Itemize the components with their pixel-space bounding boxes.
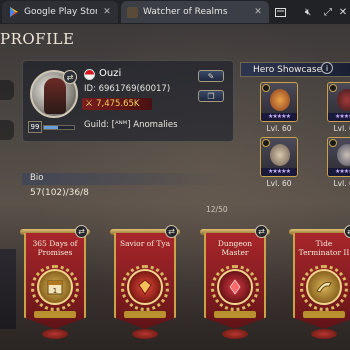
tab-watcher-of-realms[interactable]: Watcher of Realms ✕ [121, 1, 269, 23]
expand-icon[interactable]: ⤢ [318, 2, 338, 22]
red-crest-icon [127, 269, 163, 305]
tab-label: Watcher of Realms [143, 7, 228, 17]
class-icon [262, 139, 270, 147]
hero-slot[interactable]: ★★★★★ [260, 137, 298, 177]
bio-header [22, 173, 232, 185]
close-icon[interactable]: ✕ [336, 2, 350, 22]
hero-stars: ★★★★★ [261, 168, 297, 176]
hero-stars: ★★★★★ [328, 168, 350, 176]
horn-icon [306, 269, 342, 305]
banner-title: Dungeon Master [217, 239, 253, 257]
power-badge: ⚔ 7,475.65K [82, 98, 152, 110]
calendar-icon: 1 [37, 269, 73, 305]
banner-title: Tide Terminator II [298, 239, 350, 257]
page-title: Profile [0, 30, 75, 48]
bio-char-count: 12/50 [206, 205, 228, 214]
guild-name: Guild: [ᴬᴺᴹ] Anomalies [84, 120, 178, 130]
side-tab[interactable] [0, 120, 14, 140]
hero-level: Lvl. 60 [266, 124, 292, 133]
rename-button[interactable]: ✎ [198, 70, 224, 82]
tab-google-play-store[interactable]: Google Play Store ✕ [2, 1, 118, 23]
hero-level: Lvl. 60 [266, 179, 292, 188]
browser-tab-bar: Google Play Store ✕ Watcher of Realms ✕ … [0, 0, 350, 24]
xp-bar-fill [44, 126, 58, 129]
svg-text:1: 1 [53, 287, 57, 295]
swap-icon[interactable]: ⇄ [75, 225, 88, 238]
achievement-banner[interactable]: 365 Days of Promises 1 ⇄ [20, 225, 90, 339]
swap-icon[interactable]: ⇄ [165, 225, 178, 238]
tab-label: Google Play Store [24, 7, 97, 17]
swap-icon[interactable]: ⇄ [344, 225, 350, 238]
info-icon[interactable]: i [321, 62, 333, 74]
swap-icon[interactable]: ⇄ [255, 225, 268, 238]
hero-slot[interactable]: ★★★★★ [327, 82, 350, 122]
class-icon [262, 84, 270, 92]
hero-stars: ★★★★★ [261, 113, 297, 121]
hero-slot[interactable]: ★★★★★ [260, 82, 298, 122]
copy-icon: ❐ [207, 91, 215, 101]
screen-icon[interactable] [270, 2, 290, 22]
banner-title: Savior of Tya [119, 239, 171, 248]
mute-icon[interactable]: 🔇︎ [298, 2, 318, 22]
hero-showcase-title: Hero Showcase [253, 64, 323, 75]
hero-level: Lvl. 60 [333, 124, 350, 133]
hero-stars: ★★★★★ [328, 113, 350, 121]
side-tab[interactable] [0, 80, 14, 100]
hero-slot[interactable]: ★★★★★ [327, 137, 350, 177]
hero-level: Lvl. 60 [333, 179, 350, 188]
bio-label: Bio [30, 173, 44, 183]
scene-figure [0, 249, 16, 329]
power-value: 7,475.65K [96, 99, 140, 109]
copy-id-button[interactable]: ❐ [198, 90, 224, 102]
game-icon [127, 6, 138, 18]
play-store-icon [8, 7, 19, 18]
player-id: ID: 6961769(60017) [84, 84, 171, 94]
achievement-banner[interactable]: Dungeon Master ⇄ [200, 225, 270, 339]
quill-icon: ✎ [207, 71, 215, 81]
class-icon [329, 139, 337, 147]
achievement-banner[interactable]: Tide Terminator II ⇄ [289, 225, 350, 339]
banner-title: 365 Days of Promises [32, 239, 78, 257]
game-viewport: Profile ⇄ 99 Ouzi ID: 6961769(60017) ⚔ 7… [0, 24, 350, 350]
xp-bar [43, 125, 75, 130]
swap-avatar-icon[interactable]: ⇄ [63, 70, 77, 84]
bio-text[interactable]: 57(102)/36/8 [30, 188, 89, 198]
achievement-banner[interactable]: Savior of Tya ⇄ [110, 225, 180, 339]
crossed-swords-icon: ⚔ [85, 99, 94, 109]
close-tab-icon[interactable]: ✕ [102, 7, 112, 17]
close-tab-icon[interactable]: ✕ [253, 7, 263, 17]
class-icon [329, 84, 337, 92]
flag-icon [84, 69, 95, 80]
hero-showcase-header: Hero Showcase [240, 62, 350, 77]
player-name: Ouzi [99, 68, 122, 79]
player-level: 99 [28, 121, 42, 133]
crystal-icon [217, 269, 253, 305]
